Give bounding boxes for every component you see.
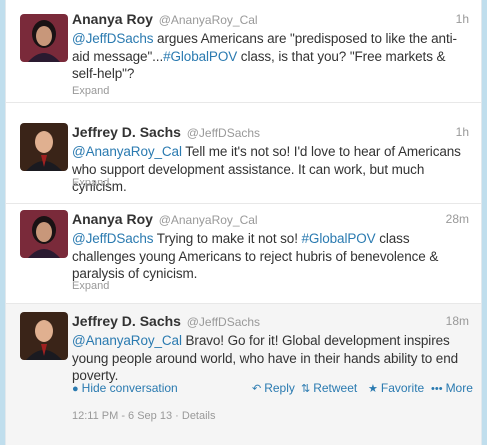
tweet-item[interactable]: Ananya Roy @AnanyaRoy_Cal 1h @JeffDSachs… [6, 0, 481, 103]
tweet-time[interactable]: 28m [446, 210, 469, 228]
mention-link[interactable]: @JeffDSachs [72, 31, 153, 46]
expand-link[interactable]: Expand [72, 177, 109, 189]
tweet-time[interactable]: 18m [446, 312, 469, 330]
author-fullname[interactable]: Jeffrey D. Sachs [72, 313, 181, 329]
reply-arrow-icon: ↶ [252, 383, 262, 395]
tweet-text: @JeffDSachs argues Americans are "predis… [72, 30, 469, 83]
tweet-time[interactable]: 1h [456, 123, 469, 141]
hide-conversation-label: Hide conversation [81, 381, 178, 395]
tweet-text: @JeffDSachs Trying to make it not so! #G… [72, 230, 469, 283]
avatar-ananya-roy[interactable] [20, 14, 68, 62]
more-button[interactable]: ••• More [431, 378, 473, 399]
hide-conversation-button[interactable]: ● Hide conversation [72, 378, 178, 399]
tweet-timestamp: 12:11 PM - 6 Sep 13 [72, 410, 173, 422]
tweet-item[interactable]: Jeffrey D. Sachs @JeffDSachs 1h @AnanyaR… [6, 103, 481, 204]
hashtag-link[interactable]: #GlobalPOV [163, 49, 237, 64]
tweet-item-focused[interactable]: Jeffrey D. Sachs @JeffDSachs 18m @Ananya… [6, 304, 481, 445]
meta-separator: · [172, 410, 182, 422]
tweet-item[interactable]: Ananya Roy @AnanyaRoy_Cal 28m @JeffDSach… [6, 204, 481, 304]
favorite-button[interactable]: ★ Favorite [368, 378, 424, 399]
author-username[interactable]: @JeffDSachs [187, 126, 260, 140]
minus-circle-icon: ● [72, 383, 79, 395]
tweet-meta: 12:11 PM - 6 Sep 13 · Details [72, 410, 216, 422]
avatar-jeffrey-sachs[interactable] [20, 312, 68, 360]
avatar-jeffrey-sachs[interactable] [20, 123, 68, 171]
tweet-text-segment: Trying to make it not so! [153, 231, 302, 246]
author-username[interactable]: @AnanyaRoy_Cal [159, 213, 258, 227]
hashtag-link[interactable]: #GlobalPOV [302, 231, 376, 246]
retweet-icon: ⇅ [301, 383, 311, 395]
author-username[interactable]: @JeffDSachs [187, 315, 260, 329]
retweet-button[interactable]: ⇅ Retweet [301, 378, 357, 399]
dots-icon: ••• [431, 383, 443, 395]
conversation-stream: Ananya Roy @AnanyaRoy_Cal 1h @JeffDSachs… [5, 0, 482, 445]
tweet-text: @AnanyaRoy_Cal Tell me it's not so! I'd … [72, 143, 469, 196]
retweet-label: Retweet [313, 381, 358, 395]
author-fullname[interactable]: Ananya Roy [72, 11, 153, 27]
favorite-label: Favorite [380, 381, 425, 395]
tweet-text: @AnanyaRoy_Cal Bravo! Go for it! Global … [72, 332, 469, 385]
mention-link[interactable]: @AnanyaRoy_Cal [72, 333, 182, 348]
author-username[interactable]: @AnanyaRoy_Cal [159, 13, 258, 27]
tweet-time[interactable]: 1h [456, 10, 469, 28]
reply-button[interactable]: ↶ Reply [252, 378, 295, 399]
star-icon: ★ [368, 383, 378, 395]
author-fullname[interactable]: Jeffrey D. Sachs [72, 124, 181, 140]
tweet-actions-bar: ● Hide conversation ↶ Reply ⇅ Retweet ★ Favo… [72, 378, 473, 399]
expand-link[interactable]: Expand [72, 85, 109, 97]
mention-link[interactable]: @AnanyaRoy_Cal [72, 144, 182, 159]
reply-label: Reply [264, 381, 295, 395]
details-link[interactable]: Details [182, 410, 216, 422]
more-label: More [445, 381, 473, 395]
expand-link[interactable]: Expand [72, 280, 109, 292]
avatar-ananya-roy[interactable] [20, 210, 68, 258]
mention-link[interactable]: @JeffDSachs [72, 231, 153, 246]
author-fullname[interactable]: Ananya Roy [72, 211, 153, 227]
